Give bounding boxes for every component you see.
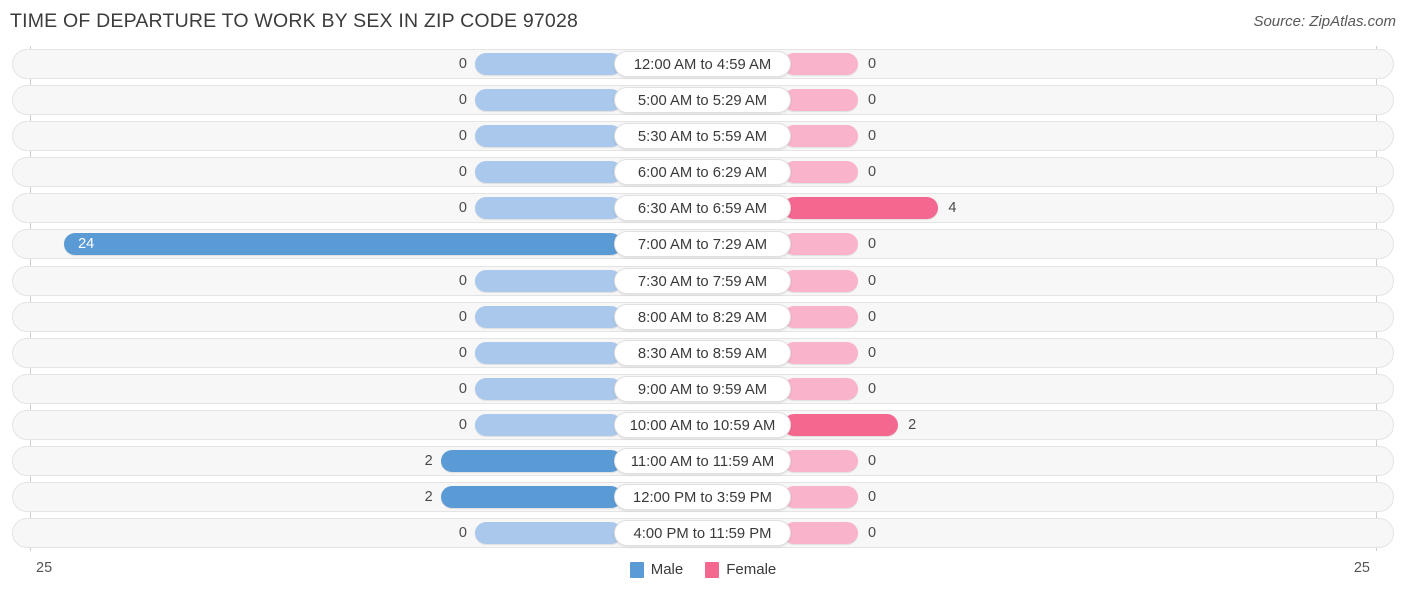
bar-male[interactable] — [475, 522, 622, 545]
bar-female[interactable] — [783, 377, 858, 400]
bar-male[interactable] — [440, 450, 622, 473]
value-label-female: 0 — [868, 489, 877, 506]
value-label-female: 0 — [868, 344, 877, 361]
bar-female[interactable] — [783, 341, 858, 364]
bar-female[interactable] — [783, 125, 858, 148]
bar-female[interactable] — [783, 305, 858, 328]
bar-male[interactable] — [64, 233, 622, 256]
chart-plot-area: 0 0 12:00 AM to 4:59 AM 0 0 5:00 AM to 5:29 A… — [0, 46, 1406, 551]
value-label-male: 0 — [458, 92, 467, 109]
value-label-female: 0 — [868, 236, 877, 253]
category-label: 6:00 AM to 6:29 AM — [614, 159, 791, 186]
value-label-female: 2 — [908, 416, 917, 433]
bar-male[interactable] — [475, 197, 622, 220]
bar-female[interactable] — [783, 450, 858, 473]
value-label-female: 0 — [868, 92, 877, 109]
chart-row: 0 0 5:30 AM to 5:59 AM — [0, 118, 1406, 154]
value-label-male: 0 — [458, 56, 467, 72]
legend-label-male: Male — [650, 561, 684, 578]
value-label-female: 0 — [868, 453, 877, 470]
chart-row: 0 0 5:00 AM to 5:29 AM — [0, 82, 1406, 118]
value-label-female: 0 — [868, 272, 877, 289]
category-label: 6:30 AM to 6:59 AM — [614, 195, 791, 222]
chart-row: 0 0 8:00 AM to 8:29 AM — [0, 299, 1406, 335]
source-label: Source: ZipAtlas.com — [1253, 13, 1396, 30]
value-label-female: 0 — [868, 380, 877, 397]
bar-female[interactable] — [783, 197, 939, 220]
bar-female[interactable] — [783, 233, 858, 256]
bar-male[interactable] — [475, 377, 622, 400]
category-label: 12:00 AM to 4:59 AM — [614, 51, 791, 77]
category-label: 5:30 AM to 5:59 AM — [614, 123, 791, 150]
category-label: 5:00 AM to 5:29 AM — [614, 87, 791, 114]
category-label: 12:00 PM to 3:59 PM — [614, 484, 791, 511]
value-label-male: 0 — [458, 200, 467, 217]
legend-item-male[interactable]: Male — [629, 561, 684, 578]
value-label-female: 0 — [868, 308, 877, 325]
bar-female[interactable] — [783, 161, 858, 184]
chart-header: TIME OF DEPARTURE TO WORK BY SEX IN ZIP … — [0, 0, 1406, 46]
chart-row: 0 0 4:00 PM to 11:59 PM — [0, 515, 1406, 551]
category-label: 11:00 AM to 11:59 AM — [614, 448, 791, 475]
page-title: TIME OF DEPARTURE TO WORK BY SEX IN ZIP … — [10, 10, 579, 32]
chart-row: 0 0 6:00 AM to 6:29 AM — [0, 154, 1406, 190]
chart-row: 0 0 8:30 AM to 8:59 AM — [0, 335, 1406, 371]
chart-rows: 0 0 12:00 AM to 4:59 AM 0 0 5:00 AM to 5:29 A… — [0, 46, 1406, 551]
bar-female[interactable] — [783, 269, 858, 292]
bar-female[interactable] — [783, 522, 858, 545]
category-label: 7:00 AM to 7:29 AM — [614, 231, 791, 258]
value-label-female: 4 — [948, 200, 957, 217]
chart-row: 24 0 7:00 AM to 7:29 AM — [0, 226, 1406, 262]
category-label: 9:00 AM to 9:59 AM — [614, 375, 791, 402]
value-label-male: 0 — [458, 344, 467, 361]
value-label-male: 2 — [424, 453, 433, 470]
bar-female[interactable] — [783, 89, 858, 112]
bar-female[interactable] — [783, 53, 858, 75]
bar-male[interactable] — [475, 341, 622, 364]
value-label-female: 0 — [868, 128, 877, 145]
category-label: 7:30 AM to 7:59 AM — [614, 267, 791, 294]
bar-male[interactable] — [440, 486, 622, 509]
value-label-male: 0 — [458, 308, 467, 325]
value-label-male: 2 — [424, 489, 433, 506]
value-label-female: 0 — [868, 56, 877, 72]
legend-swatch-male-icon — [629, 561, 644, 578]
chart-row: 2 0 11:00 AM to 11:59 AM — [0, 443, 1406, 479]
value-label-male: 0 — [458, 416, 467, 433]
category-label: 8:00 AM to 8:29 AM — [614, 303, 791, 330]
bar-male[interactable] — [475, 53, 622, 75]
value-label-male: 0 — [458, 525, 467, 542]
bar-male[interactable] — [475, 161, 622, 184]
value-label-male: 24 — [78, 236, 95, 253]
chart-footer: 25 25 Male Female — [0, 551, 1406, 595]
chart-row: 0 0 7:30 AM to 7:59 AM — [0, 263, 1406, 299]
chart-row: 0 2 10:00 AM to 10:59 AM — [0, 407, 1406, 443]
chart-row: 2 0 12:00 PM to 3:59 PM — [0, 479, 1406, 515]
legend-swatch-female-icon — [705, 561, 720, 578]
chart-legend: Male Female — [0, 561, 1406, 578]
value-label-male: 0 — [458, 128, 467, 145]
value-label-male: 0 — [458, 164, 467, 181]
bar-female[interactable] — [783, 413, 899, 436]
value-label-female: 0 — [868, 164, 877, 181]
category-label: 10:00 AM to 10:59 AM — [614, 411, 791, 438]
chart-row: 0 0 12:00 AM to 4:59 AM — [0, 46, 1406, 82]
value-label-male: 0 — [458, 272, 467, 289]
bar-male[interactable] — [475, 305, 622, 328]
bar-male[interactable] — [475, 125, 622, 148]
legend-label-female: Female — [726, 561, 777, 578]
bar-male[interactable] — [475, 269, 622, 292]
category-label: 4:00 PM to 11:59 PM — [614, 520, 791, 547]
legend-item-female[interactable]: Female — [705, 561, 776, 578]
bar-male[interactable] — [475, 89, 622, 112]
bar-male[interactable] — [475, 413, 622, 436]
bar-female[interactable] — [783, 486, 858, 509]
chart-row: 0 4 6:30 AM to 6:59 AM — [0, 190, 1406, 226]
chart-row: 0 0 9:00 AM to 9:59 AM — [0, 371, 1406, 407]
category-label: 8:30 AM to 8:59 AM — [614, 339, 791, 366]
value-label-male: 0 — [458, 380, 467, 397]
value-label-female: 0 — [868, 525, 877, 542]
